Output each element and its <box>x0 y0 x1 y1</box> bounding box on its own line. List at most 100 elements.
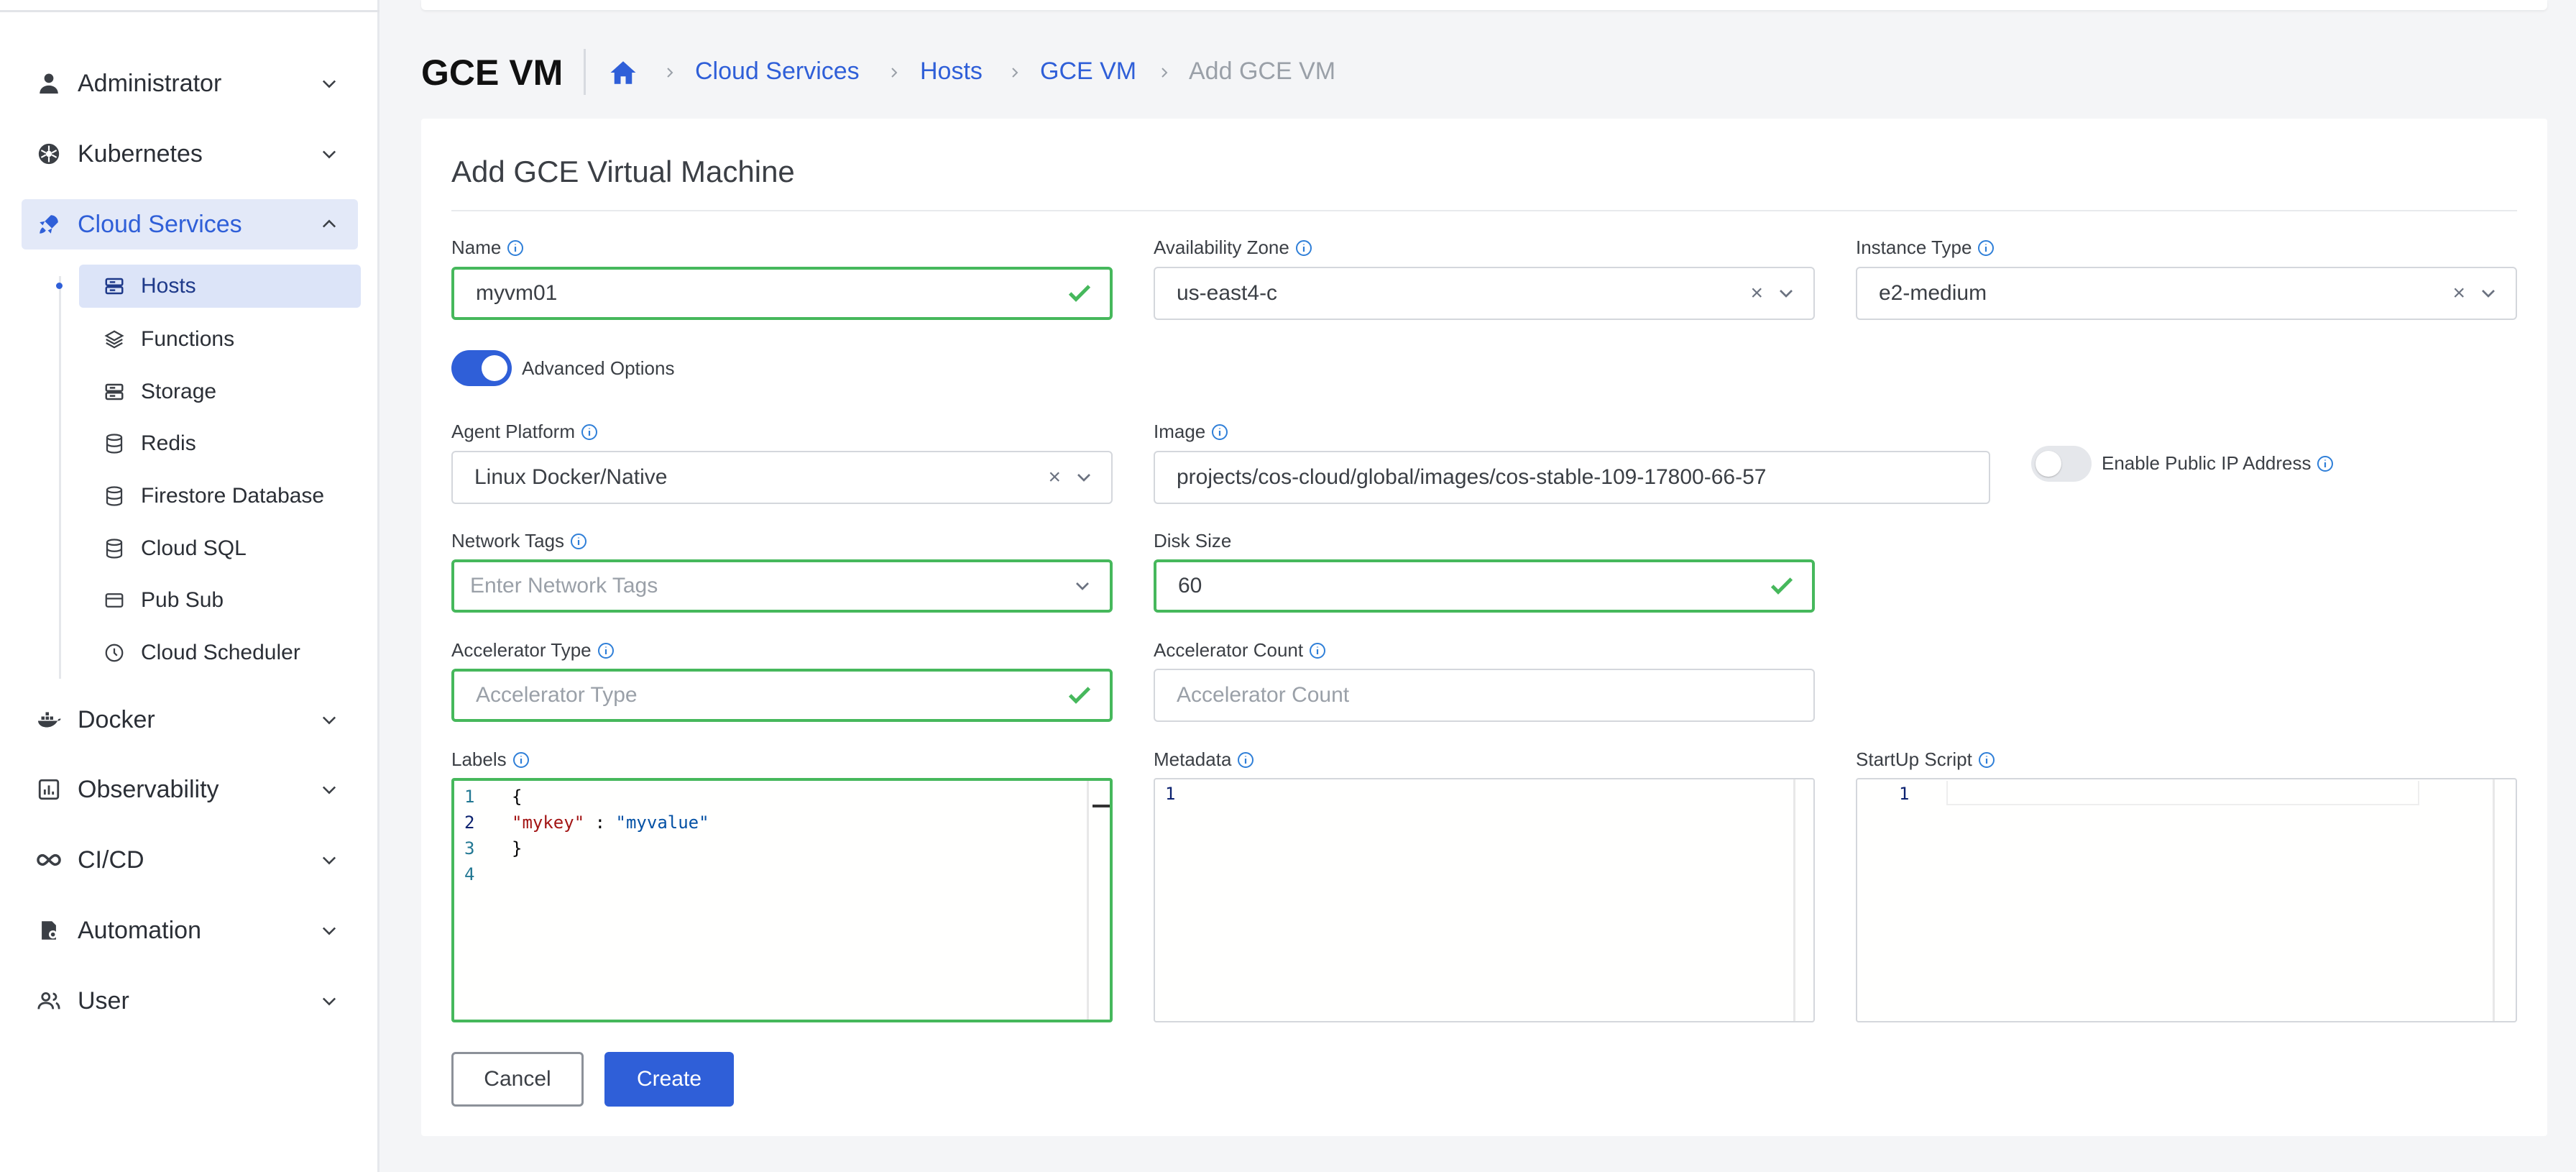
info-icon[interactable] <box>1211 424 1228 441</box>
toggle-knob <box>482 355 507 381</box>
chevron-down-icon[interactable] <box>315 775 344 804</box>
network-label-text: Network Tags <box>451 530 565 551</box>
info-icon[interactable] <box>597 642 615 659</box>
line-number: 1 <box>1165 784 1176 804</box>
availability-zone-select[interactable]: us-east4-c × <box>1154 267 1815 320</box>
instance-type-select[interactable]: e2-medium × <box>1856 267 2517 320</box>
chevron-down-icon[interactable] <box>1072 466 1095 489</box>
sidebar-subitem-redis[interactable]: Redis <box>79 422 361 465</box>
submenu-active-dot <box>56 283 63 289</box>
editor-line: 2 <box>464 812 474 833</box>
editor-scrollbar[interactable] <box>1793 779 1795 1021</box>
line-number: 1 <box>464 787 475 807</box>
sidebar-item-kubernetes[interactable]: Kubernetes <box>22 129 358 179</box>
disk-size-input[interactable]: 60 <box>1154 559 1815 613</box>
breadcrumb-cloud-services[interactable]: Cloud Services <box>695 58 860 86</box>
public-ip-toggle[interactable] <box>2031 446 2092 482</box>
kubernetes-icon <box>34 139 63 168</box>
editor-scrollbar[interactable] <box>2493 779 2495 1021</box>
chevron-down-icon[interactable] <box>315 69 344 98</box>
accelerator-count-label: Accelerator Count <box>1154 639 1326 661</box>
database-icon <box>102 431 126 456</box>
infinity-icon <box>34 846 63 874</box>
sidebar-subitem-pub-sub[interactable]: Pub Sub <box>79 579 361 622</box>
image-value: projects/cos-cloud/global/images/cos-sta… <box>1177 465 1767 489</box>
metadata-editor[interactable]: 1 <box>1154 778 1815 1022</box>
disk-size-value: 60 <box>1178 574 1202 598</box>
chevron-down-icon[interactable] <box>315 139 344 168</box>
image-input[interactable]: projects/cos-cloud/global/images/cos-sta… <box>1154 451 1990 504</box>
clear-icon[interactable]: × <box>1048 465 1061 490</box>
editor-scrollbar[interactable] <box>1087 781 1089 1020</box>
info-icon[interactable] <box>512 751 530 769</box>
docker-icon <box>34 705 63 734</box>
automation-icon <box>34 916 63 945</box>
agent-platform-select[interactable]: Linux Docker/Native × <box>451 451 1113 504</box>
chevron-down-icon[interactable] <box>315 705 344 734</box>
info-icon[interactable] <box>570 533 587 550</box>
instance-type-label: Instance Type <box>1856 237 1995 259</box>
breadcrumb-hosts[interactable]: Hosts <box>920 58 983 86</box>
sidebar-subitem-cloud-scheduler[interactable]: Cloud Scheduler <box>79 631 361 674</box>
sidebar-item-user[interactable]: User <box>22 976 358 1026</box>
chart-icon <box>34 775 63 804</box>
chevron-down-icon[interactable] <box>1071 574 1094 598</box>
chevron-right-icon <box>1006 62 1024 83</box>
editor-line: 3 <box>464 838 474 859</box>
cancel-button[interactable]: Cancel <box>451 1052 584 1107</box>
clear-icon[interactable]: × <box>1750 281 1763 306</box>
network-tags-label: Network Tags <box>451 530 587 552</box>
chevron-down-icon[interactable] <box>315 986 344 1015</box>
sidebar-subitem-functions[interactable]: Functions <box>79 318 361 361</box>
zone-label: Availability Zone <box>1154 237 1312 259</box>
sidebar-subitem-label: Functions <box>141 327 235 351</box>
labels-editor[interactable]: 1 { 2 "mykey" : "myvalue" 3 } 4 <box>451 778 1113 1022</box>
sidebar-item-observability[interactable]: Observability <box>22 764 358 815</box>
info-icon[interactable] <box>1977 239 1995 257</box>
startup-script-editor[interactable]: 1 <box>1856 778 2517 1022</box>
disk-size-label: Disk Size <box>1154 530 1232 551</box>
create-button[interactable]: Create <box>604 1052 734 1107</box>
accelerator-count-input[interactable]: Accelerator Count <box>1154 669 1815 722</box>
clear-icon[interactable]: × <box>2452 281 2465 306</box>
info-icon[interactable] <box>1237 751 1254 769</box>
info-icon[interactable] <box>1309 642 1326 659</box>
network-tags-select[interactable]: Enter Network Tags <box>451 559 1113 613</box>
sidebar-subitem-firestore-database[interactable]: Firestore Database <box>79 475 361 518</box>
info-icon[interactable] <box>2317 455 2334 472</box>
page-title: GCE VM <box>421 52 564 93</box>
sidebar-item-label: User <box>78 986 129 1015</box>
info-icon[interactable] <box>1978 751 1995 769</box>
sidebar-subitem-cloud-sql[interactable]: Cloud SQL <box>79 527 361 570</box>
sidebar-item-automation[interactable]: Automation <box>22 905 358 956</box>
info-icon[interactable] <box>1295 239 1312 257</box>
public-ip-label-text: Enable Public IP Address <box>2102 452 2312 474</box>
sidebar-item-cloud-services[interactable]: Cloud Services <box>22 199 358 249</box>
home-icon[interactable] <box>608 58 638 88</box>
chevron-down-icon[interactable] <box>315 846 344 874</box>
editor-line-text: } <box>512 838 523 859</box>
layers-icon <box>102 327 126 352</box>
form-title: Add GCE Virtual Machine <box>451 155 795 188</box>
sidebar-item-docker[interactable]: Docker <box>22 695 358 745</box>
info-icon[interactable] <box>581 424 598 441</box>
sidebar-item-ci-cd[interactable]: CI/CD <box>22 835 358 885</box>
info-icon[interactable] <box>507 239 524 257</box>
editor-cursor <box>1092 805 1110 807</box>
chevron-down-icon[interactable] <box>2477 282 2500 305</box>
name-input[interactable]: myvm01 <box>451 267 1113 320</box>
sidebar-subitem-hosts[interactable]: Hosts <box>79 265 361 308</box>
sidebar-subitem-storage[interactable]: Storage <box>79 370 361 413</box>
chevron-up-icon[interactable] <box>315 210 344 239</box>
network-tags-placeholder: Enter Network Tags <box>470 574 658 598</box>
breadcrumb-gce-vm[interactable]: GCE VM <box>1040 58 1136 86</box>
sidebar-item-label: Automation <box>78 916 201 944</box>
accelerator-type-input[interactable]: Accelerator Type <box>451 669 1113 722</box>
chevron-down-icon[interactable] <box>315 916 344 945</box>
top-panel-edge <box>421 0 2547 10</box>
sidebar-item-administrator[interactable]: Administrator <box>22 58 358 109</box>
sidebar-subitem-label: Pub Sub <box>141 588 224 612</box>
sidebar-divider <box>0 10 380 12</box>
chevron-down-icon[interactable] <box>1775 282 1798 305</box>
advanced-options-toggle[interactable] <box>451 350 512 386</box>
